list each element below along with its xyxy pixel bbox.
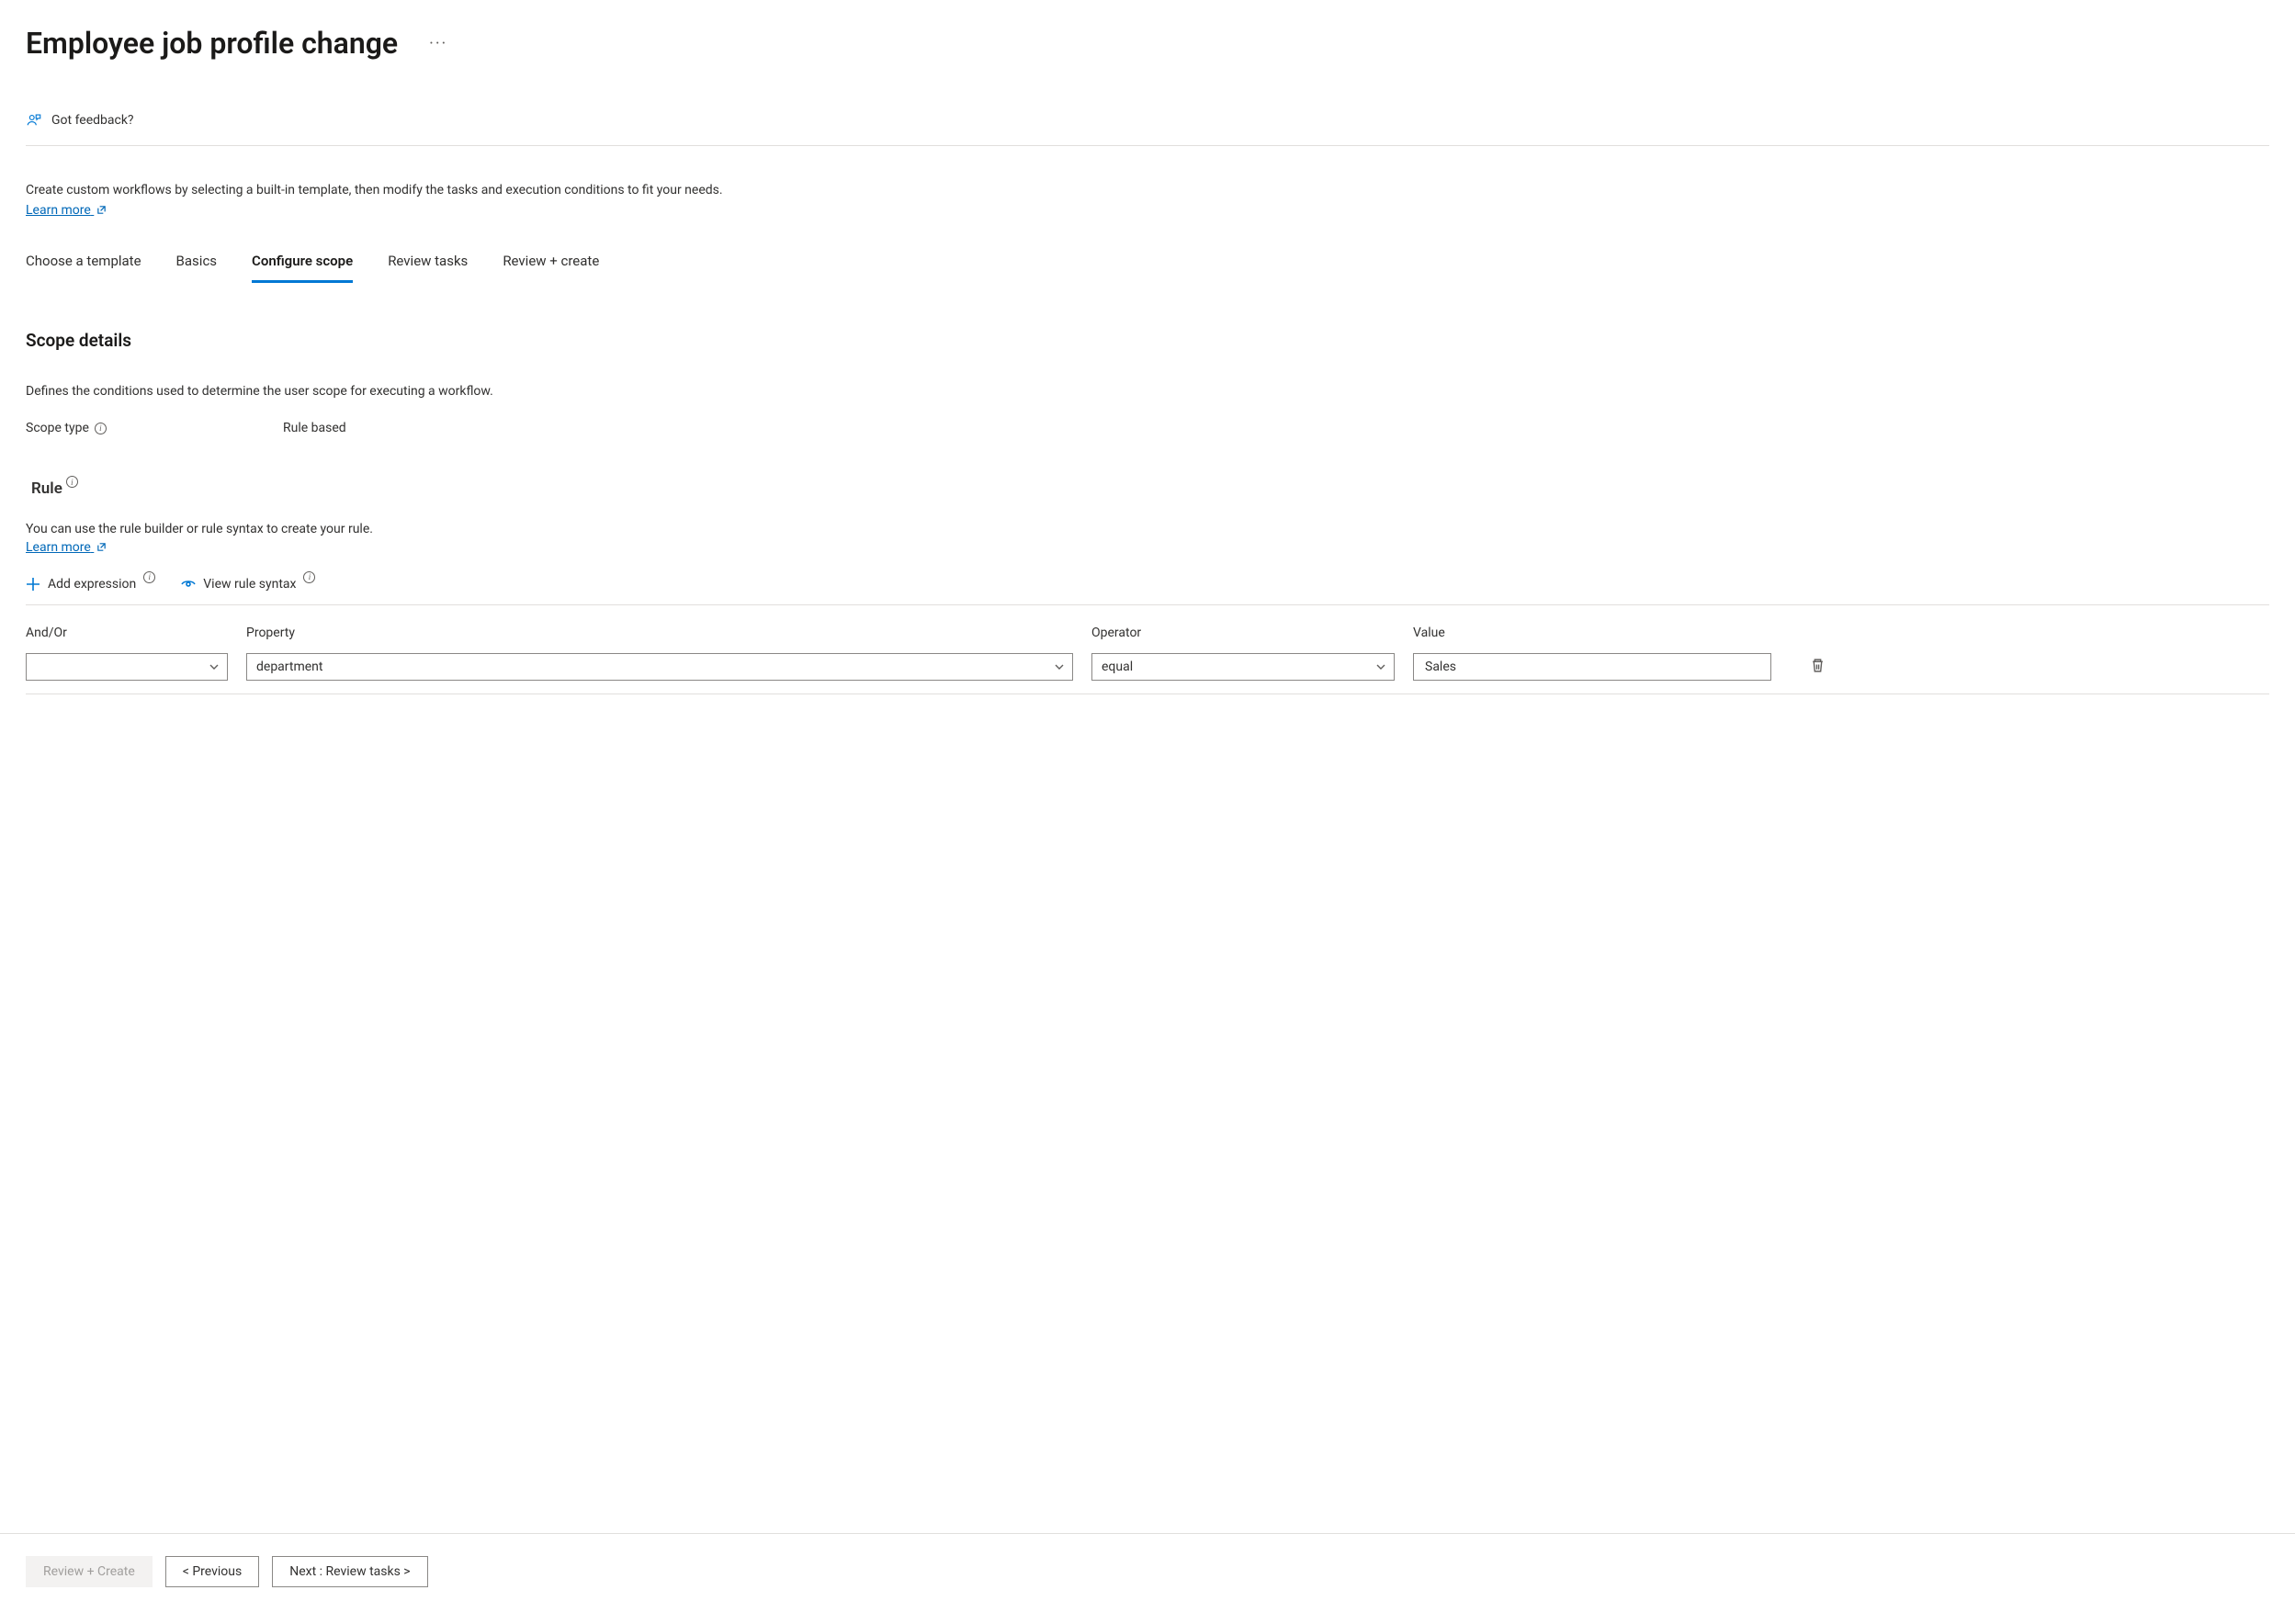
feedback-link[interactable]: Got feedback? xyxy=(26,112,2269,146)
info-icon[interactable]: i xyxy=(143,571,155,583)
wizard-footer: Review + Create < Previous Next : Review… xyxy=(0,1533,2295,1587)
feedback-label: Got feedback? xyxy=(51,113,134,128)
value-input[interactable] xyxy=(1423,659,1761,675)
column-header-property: Property xyxy=(246,626,1073,640)
rule-heading: Rule xyxy=(31,479,62,498)
column-header-operator: Operator xyxy=(1091,626,1395,640)
intro-learn-more-label: Learn more xyxy=(26,203,91,218)
feedback-icon xyxy=(26,112,42,129)
tab-choose-template[interactable]: Choose a template xyxy=(26,253,141,280)
wizard-tabs: Choose a template Basics Configure scope… xyxy=(26,253,2269,280)
page-title: Employee job profile change xyxy=(26,26,398,61)
tab-review-tasks[interactable]: Review tasks xyxy=(388,253,468,280)
value-input-wrapper[interactable] xyxy=(1413,653,1771,681)
property-value: department xyxy=(256,660,322,674)
scope-details-description: Defines the conditions used to determine… xyxy=(26,384,2269,399)
view-rule-syntax-button[interactable]: View rule syntax i xyxy=(181,577,315,592)
tab-basics[interactable]: Basics xyxy=(176,253,218,280)
rule-learn-more-label: Learn more xyxy=(26,540,91,555)
scope-details-heading: Scope details xyxy=(26,330,2269,351)
rule-row: department equal xyxy=(26,653,2269,694)
external-link-icon xyxy=(96,542,107,552)
rule-learn-more-link[interactable]: Learn more xyxy=(26,540,107,555)
tab-configure-scope[interactable]: Configure scope xyxy=(252,253,353,283)
operator-dropdown[interactable]: equal xyxy=(1091,653,1395,681)
next-button[interactable]: Next : Review tasks > xyxy=(272,1556,427,1587)
external-link-icon xyxy=(96,205,107,215)
scope-type-label: Scope type xyxy=(26,421,89,435)
view-rule-syntax-label: View rule syntax xyxy=(203,577,296,592)
info-icon[interactable]: i xyxy=(66,476,78,488)
info-icon[interactable]: i xyxy=(95,423,107,434)
delete-row-button[interactable] xyxy=(1810,658,1826,677)
property-dropdown[interactable]: department xyxy=(246,653,1073,681)
add-expression-button[interactable]: Add expression i xyxy=(26,577,155,592)
intro-text: Create custom workflows by selecting a b… xyxy=(26,183,2269,197)
andor-dropdown[interactable] xyxy=(26,653,228,681)
trash-icon xyxy=(1810,658,1826,673)
chevron-down-icon xyxy=(209,661,220,672)
chevron-down-icon xyxy=(1375,661,1386,672)
chevron-down-icon xyxy=(1054,661,1065,672)
operator-value: equal xyxy=(1102,660,1133,674)
review-create-button: Review + Create xyxy=(26,1556,153,1587)
add-expression-label: Add expression xyxy=(48,577,136,592)
column-header-value: Value xyxy=(1413,626,1771,640)
plus-icon xyxy=(26,577,40,592)
more-actions-button[interactable]: ··· xyxy=(424,30,453,57)
tab-review-create[interactable]: Review + create xyxy=(503,253,599,280)
eye-icon xyxy=(181,577,196,592)
previous-button[interactable]: < Previous xyxy=(165,1556,259,1587)
intro-learn-more-link[interactable]: Learn more xyxy=(26,203,107,218)
rule-description: You can use the rule builder or rule syn… xyxy=(26,522,2269,536)
info-icon[interactable]: i xyxy=(303,571,315,583)
column-header-andor: And/Or xyxy=(26,626,228,640)
scope-type-value: Rule based xyxy=(283,421,346,435)
